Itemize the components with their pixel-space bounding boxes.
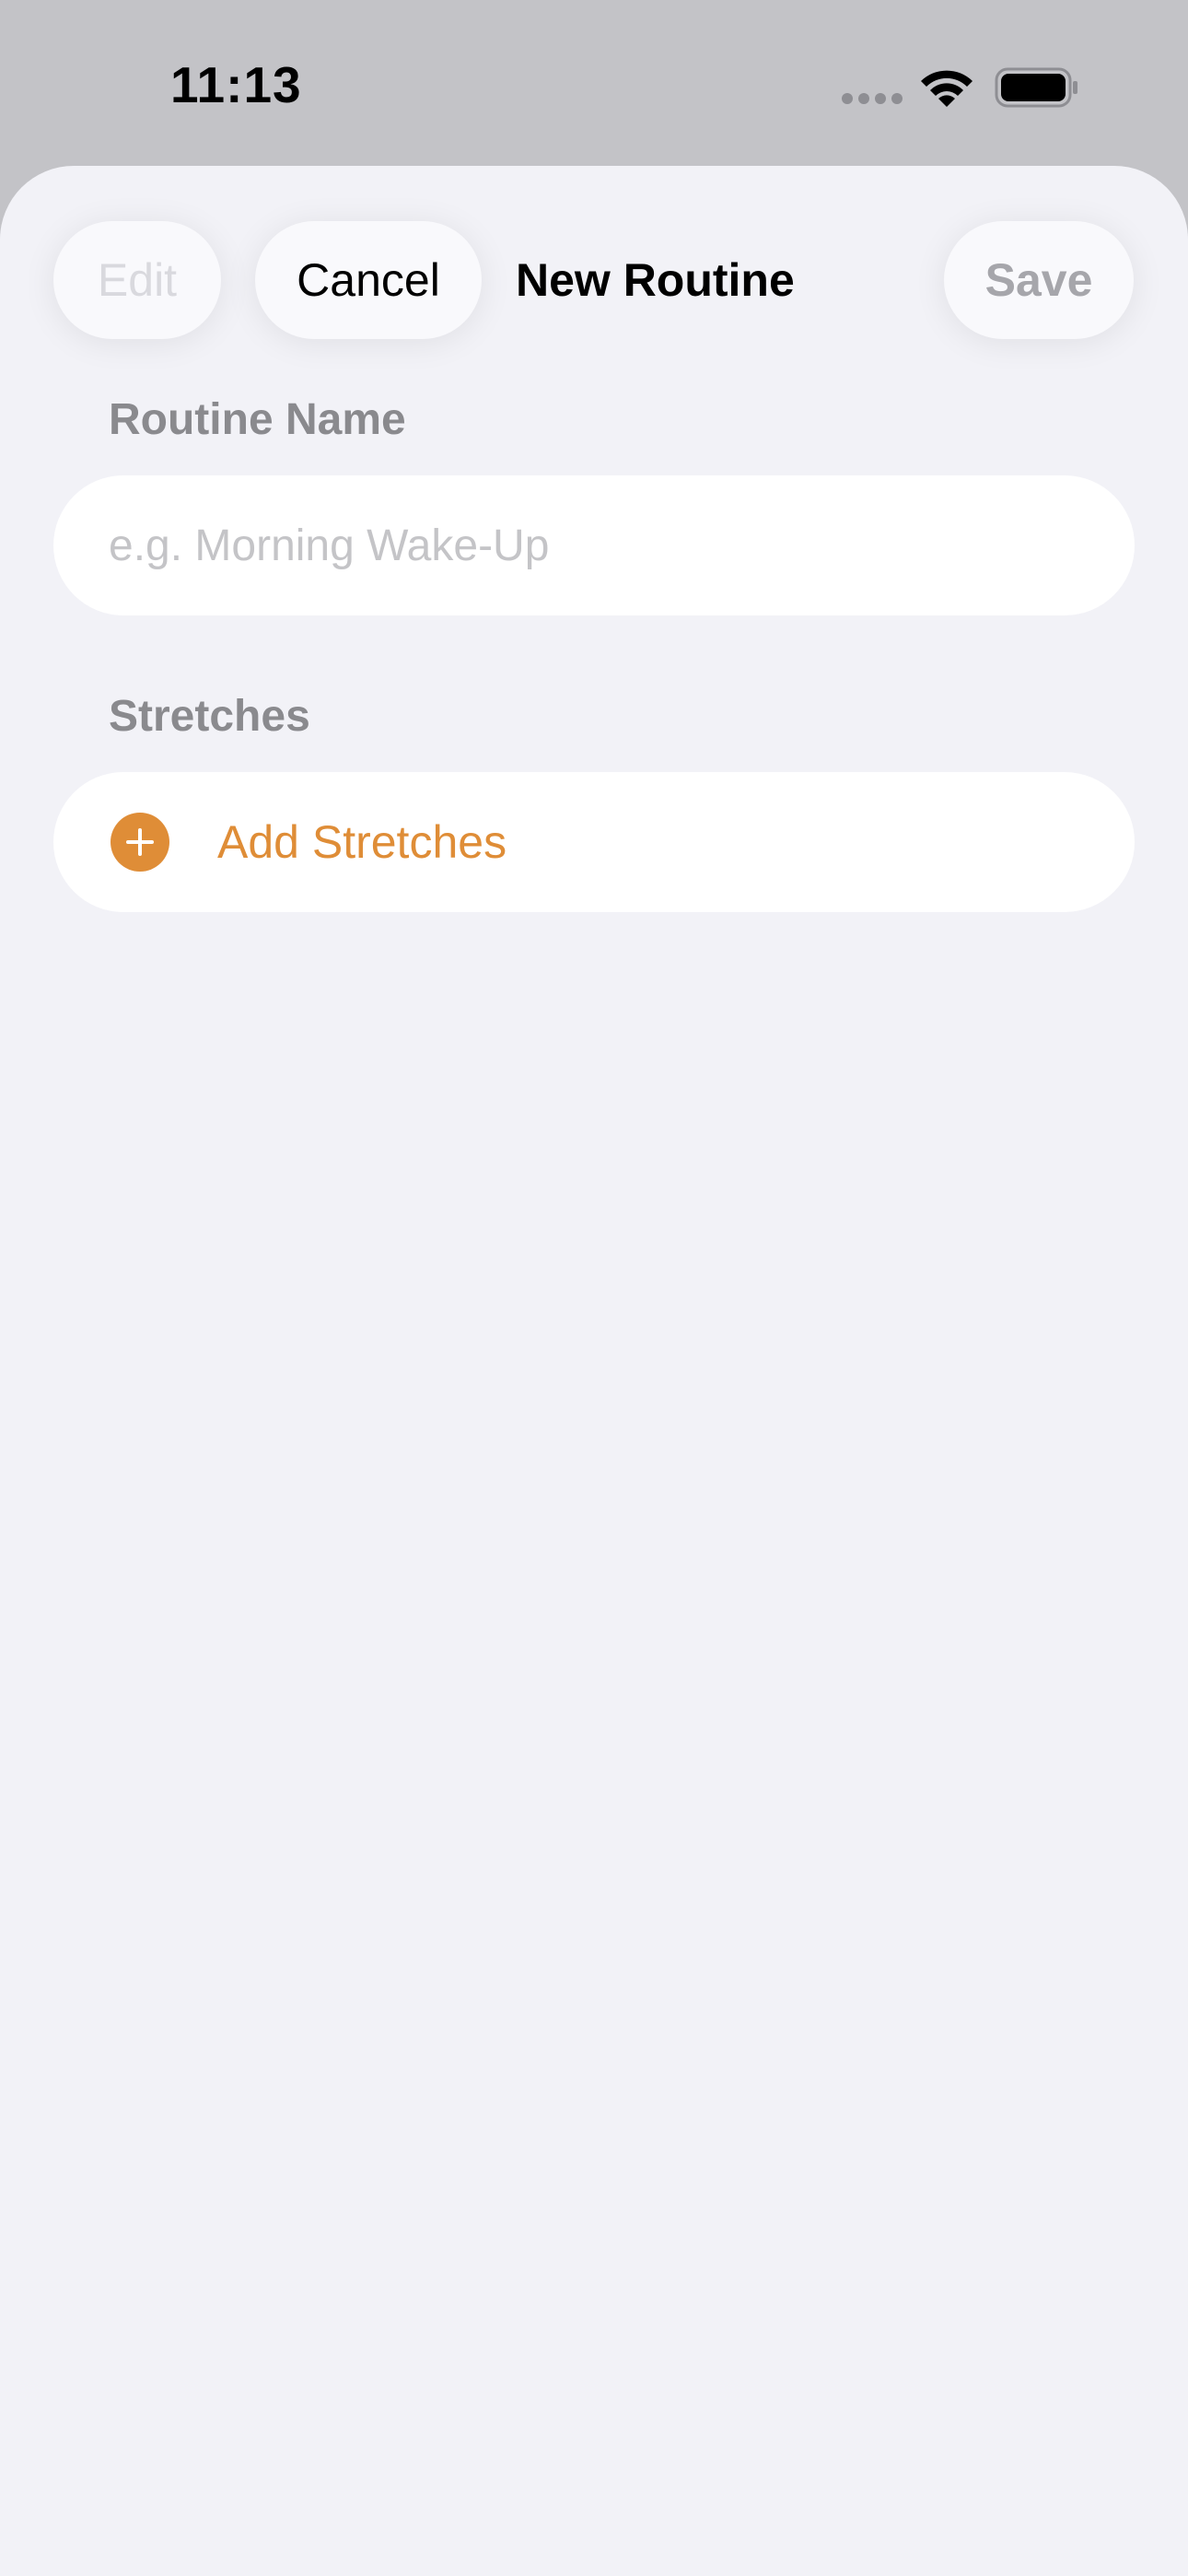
add-stretches-label: Add Stretches (217, 816, 507, 868)
edit-button[interactable]: Edit (53, 221, 221, 339)
save-button[interactable]: Save (944, 221, 1134, 339)
plus-circle-icon (111, 813, 169, 872)
cellular-signal-icon (842, 93, 903, 104)
battery-icon (995, 67, 1077, 108)
status-bar: 11:13 (0, 0, 1188, 166)
status-time: 11:13 (170, 56, 302, 113)
routine-name-input[interactable] (109, 475, 1103, 615)
routine-name-card (53, 475, 1135, 615)
routine-name-header: Routine Name (109, 395, 406, 444)
new-routine-sheet: Edit Cancel New Routine Save Routine Nam… (0, 166, 1188, 2576)
stretches-card: Add Stretches (53, 772, 1135, 912)
wifi-icon (921, 70, 973, 107)
page-title: New Routine (516, 254, 795, 306)
cancel-button[interactable]: Cancel (255, 221, 482, 339)
stretches-header: Stretches (109, 692, 310, 741)
add-stretches-button[interactable]: Add Stretches (53, 772, 1135, 912)
